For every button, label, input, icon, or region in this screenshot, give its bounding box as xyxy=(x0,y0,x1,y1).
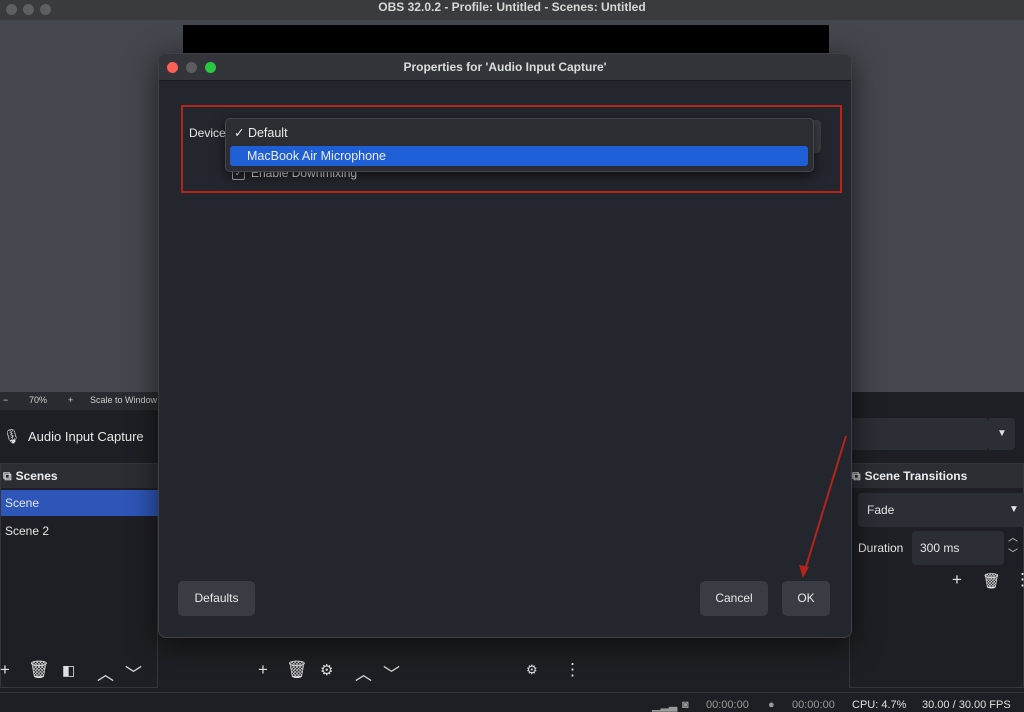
scenes-header: ⧉ Scenes xyxy=(1,464,157,488)
duration-stepper[interactable]: ︿ ﹀ xyxy=(1004,531,1022,565)
properties-dialog: Properties for 'Audio Input Capture' Dev… xyxy=(158,53,852,638)
zoom-level: 70% xyxy=(29,395,48,405)
duration-input[interactable]: 300 ms xyxy=(912,531,1004,565)
device-combo[interactable] xyxy=(849,418,989,450)
stream-icon: ◙ xyxy=(682,699,689,711)
device-option-macbook-mic[interactable]: MacBook Air Microphone xyxy=(230,146,808,166)
fps-readout: 30.00 / 30.00 FPS xyxy=(922,699,1011,711)
record-time: 00:00:00 xyxy=(792,699,835,711)
scenes-dock: ⧉ Scenes Scene Scene 2 xyxy=(0,463,158,688)
stream-time: 00:00:00 xyxy=(706,699,749,711)
chevron-down-icon[interactable]: ▼ xyxy=(1003,493,1024,527)
microphone-icon: 🎙 xyxy=(3,428,21,444)
more-options-icon[interactable]: ⋮ xyxy=(564,660,581,680)
add-transition-icon[interactable]: + xyxy=(952,570,962,596)
cpu-usage: CPU: 4.7% xyxy=(852,699,907,711)
add-source-icon[interactable]: + xyxy=(258,660,268,680)
transition-select[interactable]: Fade xyxy=(858,493,1003,527)
device-dropdown-menu: ✓ Default MacBook Air Microphone xyxy=(225,118,814,172)
dock-icon: ⧉ xyxy=(852,469,861,483)
sources-toolbar: + 🗑 ⚙ ︿ ﹀ xyxy=(258,660,418,684)
dock-icon: ⧉ xyxy=(3,469,12,483)
more-options-icon[interactable]: ⋮ xyxy=(1014,570,1024,596)
source-name: Audio Input Capture xyxy=(28,429,144,444)
duration-label: Duration xyxy=(858,541,904,555)
transitions-header: ⧉ Scene Transitions xyxy=(850,464,1023,488)
scenes-title: Scenes xyxy=(15,469,58,483)
trash-icon[interactable]: 🗑 xyxy=(286,660,308,680)
status-bar: ▁▂▃ ◙ 00:00:00 ● 00:00:00 CPU: 4.7% 30.0… xyxy=(0,692,1024,712)
scenes-toolbar: + 🗑 ◧ ︿ ﹀ xyxy=(0,660,160,684)
device-option-default[interactable]: ✓ Default xyxy=(230,123,808,143)
move-down-icon[interactable]: ﹀ xyxy=(125,660,142,685)
window-titlebar: OBS 32.0.2 - Profile: Untitled - Scenes:… xyxy=(0,0,1024,20)
trash-icon[interactable]: 🗑 xyxy=(28,660,50,680)
signal-icon: ▁▂▃ xyxy=(652,700,678,712)
scene-item[interactable]: Scene xyxy=(1,490,158,516)
move-up-icon[interactable]: ︿ xyxy=(97,660,114,685)
defaults-button[interactable]: Defaults xyxy=(178,581,255,616)
move-down-icon[interactable]: ﹀ xyxy=(383,660,400,685)
advanced-audio-icon[interactable]: ⚙ xyxy=(526,662,538,678)
device-label: Device xyxy=(189,126,226,140)
preview-canvas xyxy=(183,25,829,55)
transitions-title: Scene Transitions xyxy=(864,469,968,483)
scene-item[interactable]: Scene 2 xyxy=(1,518,158,544)
ok-button[interactable]: OK xyxy=(782,581,830,616)
zoom-out-button[interactable]: − xyxy=(3,395,8,405)
gear-icon[interactable]: ⚙ xyxy=(320,661,333,679)
add-scene-icon[interactable]: + xyxy=(0,660,10,680)
transitions-dock: ⧉ Scene Transitions Fade ▼ Duration 300 m… xyxy=(849,463,1024,688)
record-icon: ● xyxy=(768,699,775,711)
dialog-titlebar: Properties for 'Audio Input Capture' xyxy=(159,54,851,81)
chevron-down-icon[interactable]: ▼ xyxy=(989,418,1015,450)
scale-to-window[interactable]: Scale to Window xyxy=(90,395,157,405)
zoom-bar: − 70% + Scale to Window xyxy=(0,392,160,410)
cancel-button[interactable]: Cancel xyxy=(700,581,768,616)
move-up-icon[interactable]: ︿ xyxy=(355,660,372,685)
filter-icon[interactable]: ◧ xyxy=(62,662,75,679)
trash-icon[interactable]: 🗑 xyxy=(982,572,1001,598)
zoom-in-button[interactable]: + xyxy=(68,395,73,405)
mixer-toolbar: ⚙ ⋮ xyxy=(526,660,586,684)
window-title: OBS 32.0.2 - Profile: Untitled - Scenes:… xyxy=(378,0,646,14)
dialog-title: Properties for 'Audio Input Capture' xyxy=(403,60,607,74)
